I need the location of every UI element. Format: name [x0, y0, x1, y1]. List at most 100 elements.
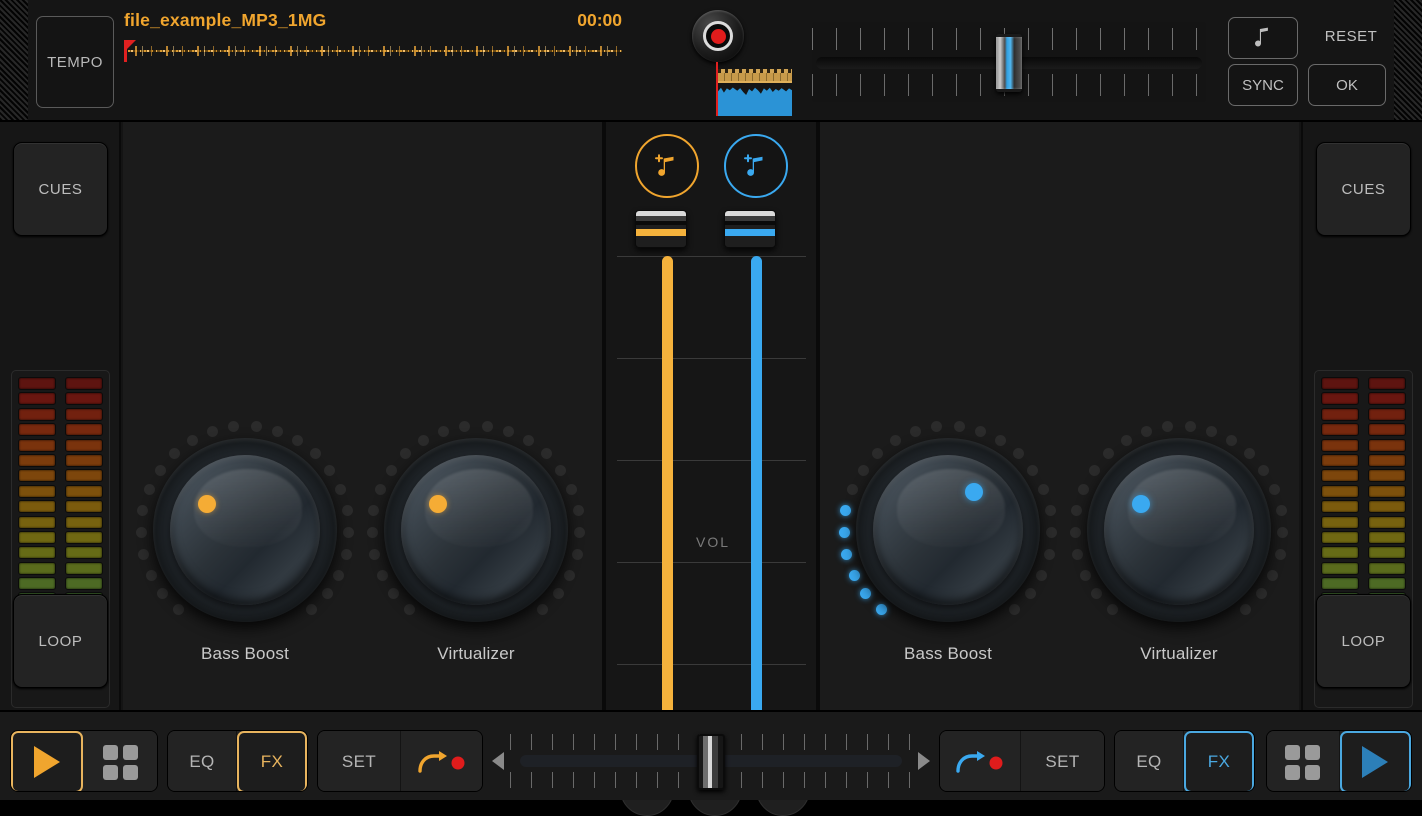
deck-a-add-music-icon[interactable] — [635, 134, 699, 198]
deck-b-volume-fader[interactable] — [706, 210, 806, 750]
deck-a-bassboost-label: Bass Boost — [201, 644, 289, 663]
reset-button[interactable]: RESET — [1310, 28, 1392, 45]
deck-b-panel: Bass Boost Virtualizer — [818, 122, 1299, 710]
knob-dot — [157, 588, 169, 600]
deck-a-loop-button[interactable]: LOOP — [13, 594, 108, 688]
vu-segment — [1368, 453, 1406, 467]
deck-a-play-button[interactable] — [11, 731, 83, 791]
music-note-icon[interactable] — [1228, 17, 1298, 59]
deck-a-virtualizer-knob-body[interactable] — [384, 438, 568, 622]
fader-b-handle[interactable] — [724, 210, 776, 248]
deck-b-cues-button[interactable]: CUES — [1316, 142, 1411, 236]
sync-label: SYNC — [1242, 76, 1284, 94]
deck-a-set-button[interactable]: SET — [318, 731, 401, 791]
knob-dot — [1277, 526, 1289, 538]
knob-dot — [292, 434, 304, 446]
vu-segment — [18, 500, 56, 514]
knob-dot — [564, 569, 576, 581]
knob-dot — [333, 569, 345, 581]
deck-b-bassboost-knob-body[interactable] — [856, 438, 1040, 622]
knob-dot — [1091, 588, 1103, 600]
deck-b-fx-label: FX — [1207, 752, 1231, 771]
knob-dot — [555, 464, 567, 476]
track-info: file_example_MP3_1MG 00:00 — [124, 10, 622, 70]
knob-dot — [1012, 447, 1024, 459]
deck-b-loop-button[interactable]: LOOP — [1316, 594, 1411, 688]
deck-a-fx-tab[interactable]: FX — [237, 731, 307, 791]
crossfader[interactable] — [490, 730, 932, 792]
deck-b-grid-button[interactable] — [1267, 731, 1340, 791]
deck-b-play-button[interactable] — [1339, 731, 1411, 791]
deck-a-eq-tab[interactable]: EQ — [168, 731, 237, 791]
add-music-glyph — [655, 154, 674, 176]
deck-a-volume-fader[interactable] — [617, 210, 717, 750]
sync-button[interactable]: SYNC — [1228, 64, 1298, 106]
knob-dot — [1071, 504, 1083, 516]
fader-handle-groove — [725, 221, 775, 225]
knob-dot — [503, 425, 515, 437]
knob-dot — [437, 425, 449, 437]
record-dot — [710, 28, 726, 44]
record-section — [684, 6, 804, 116]
knob-dot — [417, 434, 429, 446]
deck-b-eqfx-group: EQ FX — [1114, 730, 1255, 792]
deck-a-grid-button[interactable] — [83, 731, 157, 791]
knob-dot — [1088, 464, 1100, 476]
deck-a-bassboost-knob[interactable]: Bass Boost — [125, 410, 365, 663]
deck-b-fx-tab[interactable]: FX — [1184, 731, 1254, 791]
knob-dot — [1103, 447, 1115, 459]
fader-handle-groove — [636, 221, 686, 225]
fader-a-handle[interactable] — [635, 210, 687, 248]
deck-b-bassboost-knob[interactable]: Bass Boost — [828, 410, 1068, 663]
deck-a-loop-record-button[interactable] — [401, 731, 482, 791]
deck-b-set-button[interactable]: SET — [1021, 731, 1104, 791]
knob-dot — [574, 526, 586, 538]
vu-segment — [1368, 438, 1406, 452]
knob-dot — [1046, 526, 1058, 538]
knob-dot — [388, 588, 400, 600]
deck-b-side-column: CUES LOOP — [1301, 122, 1422, 710]
ok-label: OK — [1336, 76, 1358, 94]
deck-b-virtualizer-knob[interactable]: Virtualizer — [1059, 410, 1299, 663]
knob-dot — [1043, 548, 1055, 560]
deck-a-bassboost-knob-body[interactable] — [153, 438, 337, 622]
main-area: CUES LOOP Bass Boost Virtualizer VOL Bas… — [0, 122, 1422, 816]
deck-a-virtualizer-knob[interactable]: Virtualizer — [356, 410, 596, 663]
vu-segment — [1321, 438, 1359, 452]
knob-dot — [366, 526, 378, 538]
tempo-slider-thumb[interactable] — [996, 34, 1022, 92]
waveform-overview[interactable] — [124, 40, 622, 62]
arrow-right-icon[interactable] — [918, 752, 930, 770]
knob-dot — [385, 464, 397, 476]
vu-segment — [1321, 377, 1359, 390]
crossfader-thumb[interactable] — [697, 734, 725, 790]
vu-segment — [18, 577, 56, 591]
knob-cap — [170, 455, 320, 605]
tempo-slider[interactable] — [812, 22, 1206, 102]
tempo-button[interactable]: TEMPO — [36, 16, 114, 108]
knob-dot — [1077, 483, 1089, 495]
vu-segment — [1368, 484, 1406, 498]
deck-b-virtualizer-knob-body[interactable] — [1087, 438, 1271, 622]
deck-b-set-label: SET — [1045, 752, 1080, 771]
vu-segment — [65, 423, 103, 437]
deck-b-virtualizer-indicator — [1132, 494, 1151, 513]
knob-dot — [1044, 504, 1056, 516]
record-icon[interactable] — [692, 10, 744, 62]
grid-icon — [102, 744, 138, 780]
ok-button[interactable]: OK — [1308, 64, 1386, 106]
knob-dot — [1027, 464, 1039, 476]
deck-b-eq-tab[interactable]: EQ — [1115, 731, 1184, 791]
knob-dot — [186, 434, 198, 446]
deck-a-cues-button[interactable]: CUES — [13, 142, 108, 236]
arrow-left-icon[interactable] — [492, 752, 504, 770]
music-note-glyph — [1255, 27, 1268, 47]
deck-b-loop-record-button[interactable] — [940, 731, 1021, 791]
vu-segment — [1368, 546, 1406, 560]
deck-b-add-music-icon[interactable] — [724, 134, 788, 198]
vu-segment — [65, 438, 103, 452]
record-ring — [703, 21, 733, 51]
knob-gloss — [897, 469, 1005, 547]
knob-dot — [840, 504, 852, 516]
beat-waveform[interactable] — [718, 69, 792, 116]
